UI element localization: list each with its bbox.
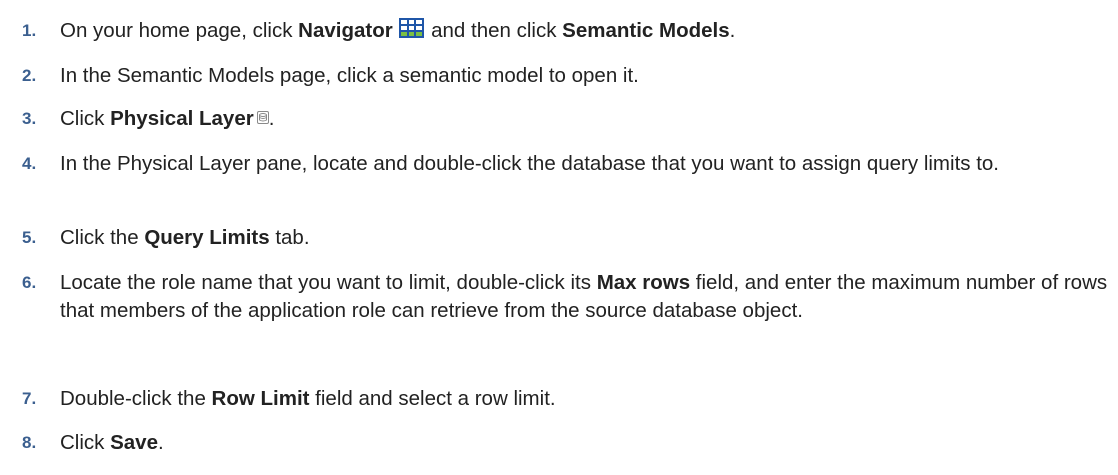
step-number: 1.	[22, 21, 37, 40]
step-text: In the Semantic Models page, click a sem…	[60, 64, 639, 87]
ui-term-query-limits: Query Limits	[144, 226, 270, 249]
step-text: In the Physical Layer pane, locate and d…	[60, 152, 999, 175]
navigator-grid-icon	[399, 18, 425, 38]
step-text: Locate the role name that you want to li…	[60, 269, 1110, 324]
step-text-part: tab.	[269, 226, 310, 249]
step-text: Double-click the Row Limit field and sel…	[60, 385, 1100, 413]
step-text-part: Double-click the	[60, 387, 212, 410]
step-text-part: .	[268, 107, 275, 130]
step-number: 4.	[22, 154, 37, 173]
step-text: Click Physical Layer .	[60, 105, 1100, 133]
step-text: Click the Query Limits tab.	[60, 224, 1100, 252]
step-text-part: field and select a row limit.	[309, 387, 556, 410]
physical-layer-database-icon	[256, 111, 269, 124]
step-text-part: On your home page, click	[60, 19, 299, 42]
ui-term-max-rows: Max rows	[596, 271, 691, 294]
step-text-part: and then click	[425, 19, 563, 42]
ui-term-row-limit: Row Limit	[211, 387, 310, 410]
step-number: 6.	[22, 273, 37, 292]
step-number: 3.	[22, 109, 37, 128]
step-number: 2.	[22, 66, 37, 85]
ui-term-save: Save	[110, 431, 158, 454]
step-number: 5.	[22, 228, 37, 247]
procedure-steps: 1. On your home page, click Navigator an…	[0, 0, 1118, 475]
step-text-part: Click	[60, 107, 111, 130]
step-text: Click Save.	[60, 429, 1100, 457]
step-text-part: Click the	[60, 226, 145, 249]
step-text-part: Click	[60, 431, 111, 454]
step-text-part: .	[729, 19, 736, 42]
ui-term-physical-layer: Physical Layer	[110, 107, 254, 130]
step-text-part: Locate the role name that you want to li…	[60, 271, 597, 294]
ui-term-navigator: Navigator	[298, 19, 393, 42]
step-text: On your home page, click Navigator and t…	[60, 17, 1100, 45]
ui-term-semantic-models: Semantic Models	[562, 19, 730, 42]
step-number: 8.	[22, 433, 37, 452]
step-text-part: .	[158, 431, 164, 454]
step-number: 7.	[22, 389, 37, 408]
